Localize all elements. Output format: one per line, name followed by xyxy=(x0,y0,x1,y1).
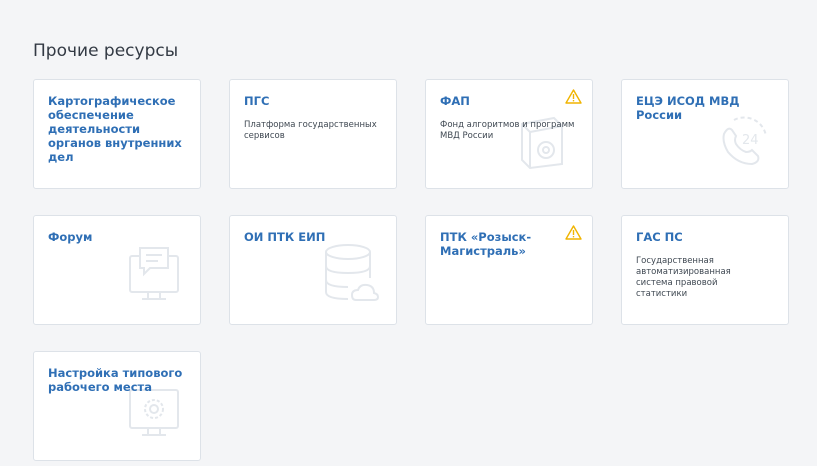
resource-card-fap[interactable]: ФАП Фонд алгоритмов и программ МВД Росси… xyxy=(425,79,593,189)
icon-24-text: 24 xyxy=(742,133,759,148)
resource-card-gas-ps[interactable]: ГАС ПС Государственная автоматизированна… xyxy=(621,215,789,325)
card-title: ПГС xyxy=(244,94,270,108)
card-title: Настройка типового рабочего места xyxy=(48,366,183,394)
warning-icon xyxy=(565,89,582,104)
card-title: ПТК «Розыск-Магистраль» xyxy=(440,230,532,258)
card-title: Форум xyxy=(48,230,93,244)
resource-card-pgs[interactable]: ПГС Платформа государственных сервисов xyxy=(229,79,397,189)
resource-card-cartography[interactable]: Картографическое обеспечение деятельност… xyxy=(33,79,201,189)
card-title: ГАС ПС xyxy=(636,230,683,244)
card-title: Картографическое обеспечение деятельност… xyxy=(48,94,182,164)
card-description: Платформа государственных сервисов xyxy=(244,120,377,141)
card-title: ОИ ПТК ЕИП xyxy=(244,230,326,244)
database-cloud-icon xyxy=(325,244,380,301)
card-title: ФАП xyxy=(440,94,470,108)
section-title: Прочие ресурсы xyxy=(33,41,179,61)
resource-card-workstation-setup[interactable]: Настройка типового рабочего места xyxy=(33,351,201,461)
monitor-chat-icon xyxy=(129,247,179,300)
resource-card-rozysk-magistral[interactable]: ПТК «Розыск-Магистраль» xyxy=(425,215,593,325)
card-description: Фонд алгоритмов и программ МВД России xyxy=(440,120,575,141)
card-title: ЕЦЭ ИСОД МВД России xyxy=(636,94,740,122)
resource-card-oi-ptk-eip[interactable]: ОИ ПТК ЕИП xyxy=(229,215,397,325)
resource-card-ece-isod[interactable]: ЕЦЭ ИСОД МВД России 24 xyxy=(621,79,789,189)
warning-icon xyxy=(565,225,582,240)
resource-card-forum[interactable]: Форум xyxy=(33,215,201,325)
card-description: Государственная автоматизированная систе… xyxy=(636,256,731,299)
